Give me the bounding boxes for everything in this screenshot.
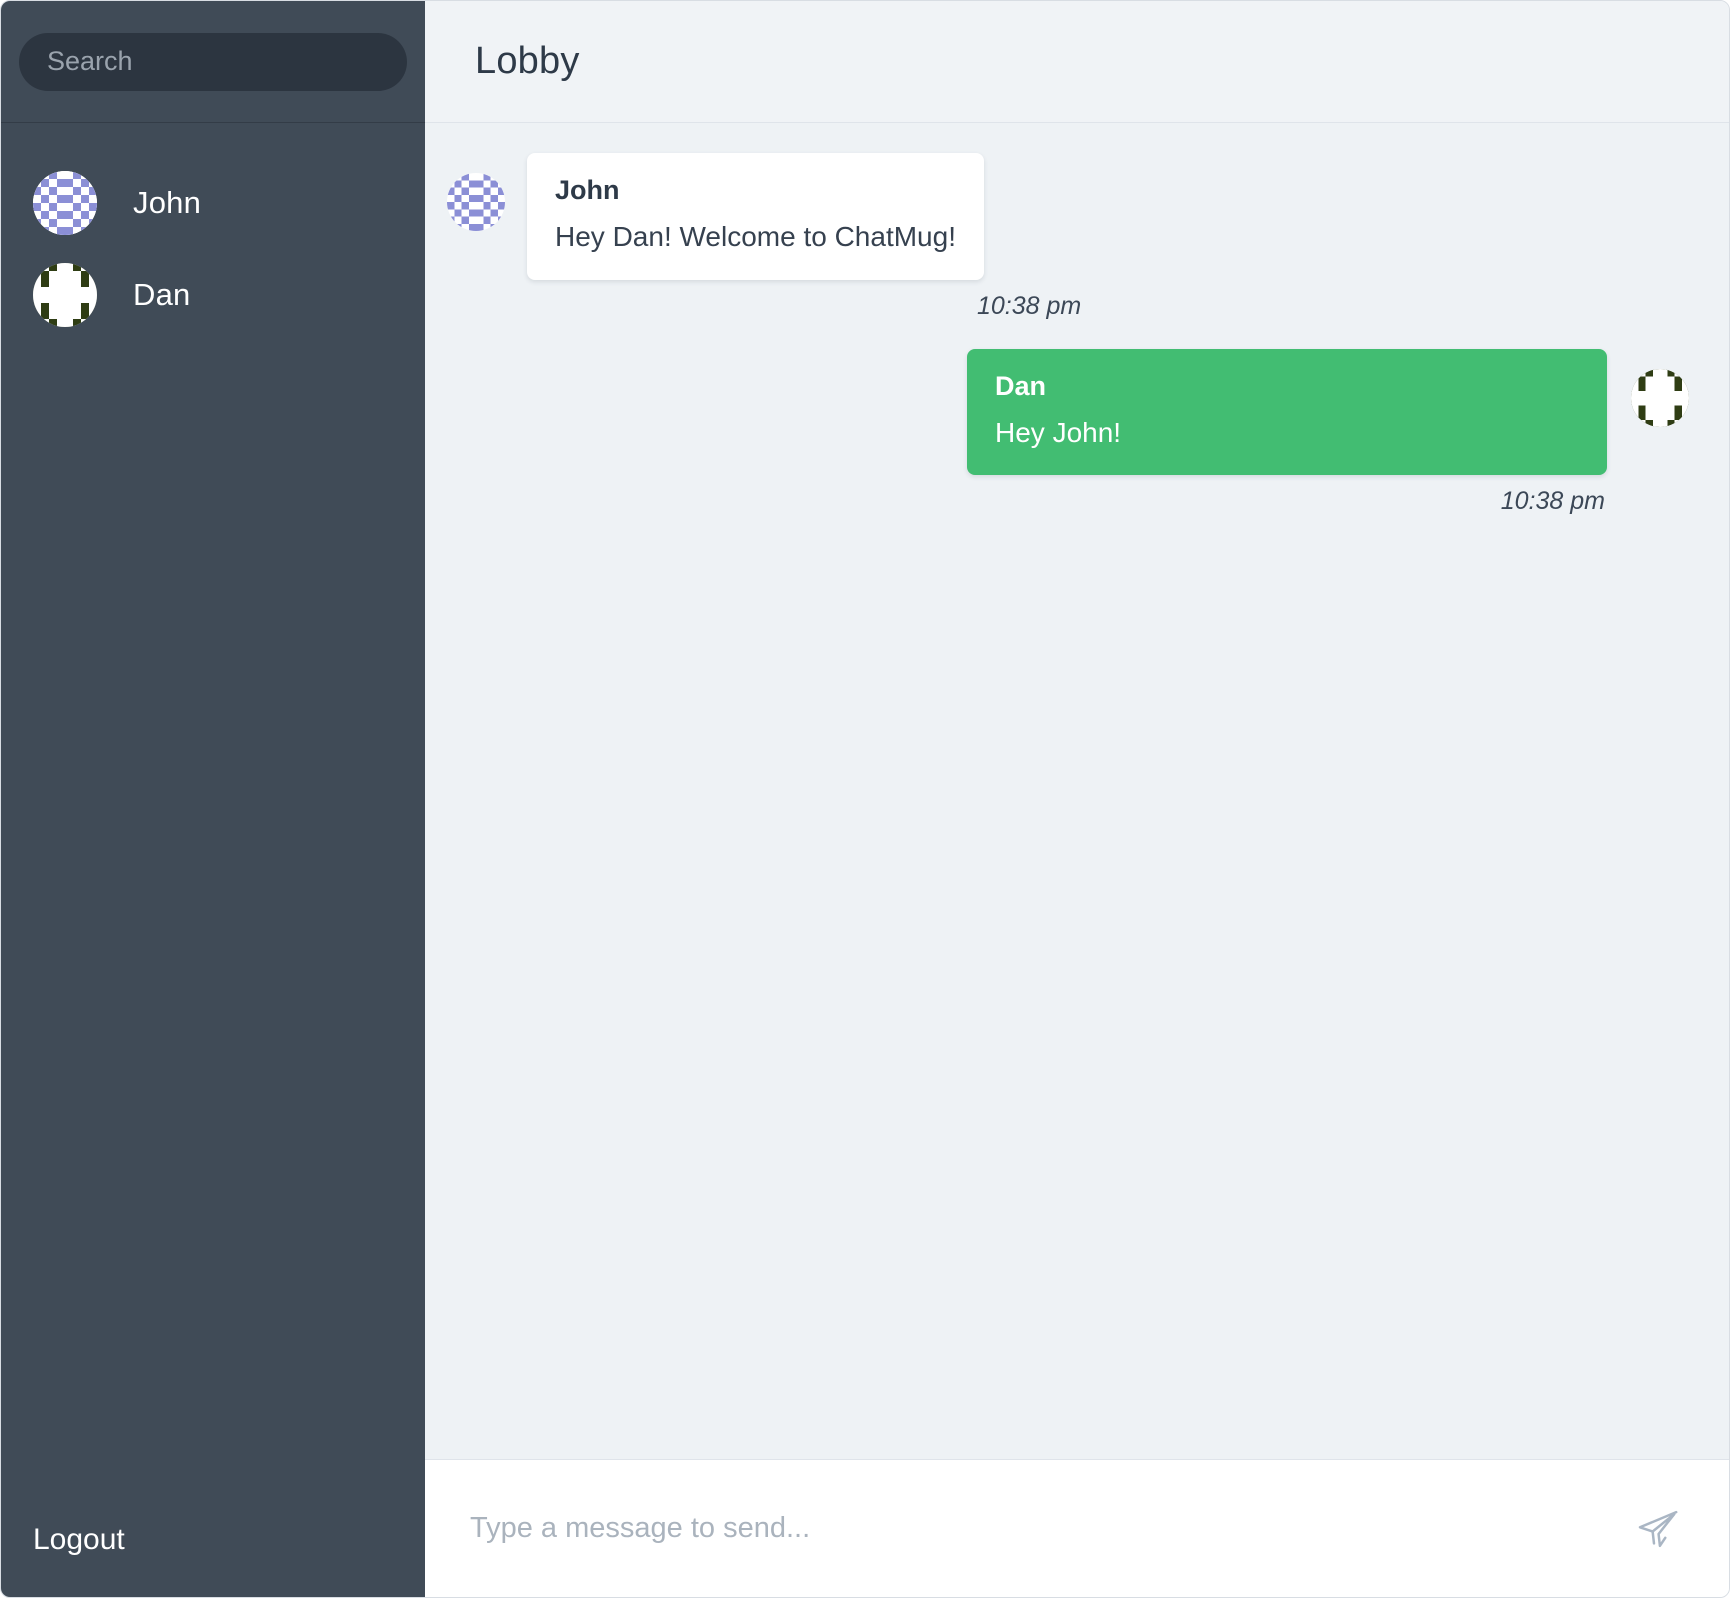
search-bar-container [1,1,425,123]
message-input[interactable] [470,1512,1627,1545]
sidebar-item-john[interactable]: John [1,157,425,249]
message-author: Dan [995,370,1047,401]
identicon-purple-icon [33,171,97,235]
message-timestamp: 10:38 pm [1500,487,1605,516]
message-author: John [555,175,620,205]
sidebar-user-label: Dan [133,277,191,312]
chat-header: Lobby [425,1,1729,123]
sidebar-user-label: John [133,185,202,220]
send-button[interactable] [1627,1498,1689,1560]
page-title: Lobby [475,40,580,82]
message-item-outgoing: Dan Hey John! 10:38 pm [447,348,1689,517]
message-item-incoming: John Hey Dan! Welcome to ChatMug! 10:38 … [447,153,1689,321]
message-timestamp: 10:38 pm [977,291,1082,320]
paper-plane-icon [1635,1506,1681,1552]
message-bubble: John Hey Dan! Welcome to ChatMug! [527,153,984,280]
message-text: Hey Dan! Welcome to ChatMug! [555,221,956,252]
message-bubble: Dan Hey John! [967,348,1607,476]
message-text: Hey John! [995,416,1122,448]
search-input[interactable] [19,32,407,91]
identicon-purple-icon [447,173,505,231]
logout-label: Logout [33,1523,125,1556]
message-composer [425,1459,1729,1597]
chat-app-window: John [0,0,1730,1598]
user-list: John Dan [1,123,425,1523]
message-list: John Hey Dan! Welcome to ChatMug! 10:38 … [425,123,1729,1459]
main-panel: Lobby John Hey Dan! Welcome to ChatMug! … [425,1,1729,1597]
identicon-olive-icon [1631,368,1689,427]
sidebar: John [1,1,425,1597]
logout-button[interactable]: Logout [1,1523,425,1597]
sidebar-item-dan[interactable]: Dan [1,249,425,341]
identicon-olive-icon [33,263,97,327]
